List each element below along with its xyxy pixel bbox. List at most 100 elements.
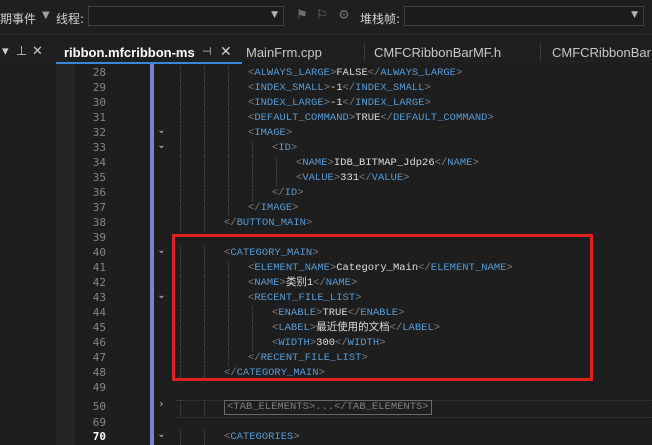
code-line[interactable]: <IMAGE> [248,126,292,141]
indent-guide [228,126,230,141]
expand-icon[interactable]: › [156,399,167,410]
xml-bracket: > [290,142,298,154]
xml-tag-name: INDEX_LARGE [254,97,324,109]
xml-tag-name: INDEX_SMALL [254,82,324,94]
line-number: 37 [92,201,106,214]
collapsed-region[interactable]: <TAB_ELEMENTS>...</TAB_ELEMENTS> [224,400,432,415]
filter-icon[interactable]: ⚙ [336,8,352,24]
change-tracking-bar [150,64,154,445]
code-line[interactable]: </IMAGE> [248,201,298,216]
pin-icon[interactable]: ⊥ [16,44,27,59]
stack-frame-label: 堆栈帧: [360,12,401,26]
indent-guide [204,81,206,96]
xml-tag-name: INDEX_LARGE [355,97,425,109]
code-line[interactable]: <NAME>IDB_BITMAP_Jdp26</NAME> [296,156,479,171]
indent-guide [276,156,278,171]
debug-toolbar: 期事件 ▼ 线程: ▼ ⚑ ⚐ ⚙ 堆栈帧: ▼ [0,0,652,35]
dropdown-icon[interactable]: ▾ [2,44,9,59]
indent-guide [228,111,230,126]
code-line[interactable]: <TAB_ELEMENTS>...</TAB_ELEMENTS> [224,400,432,415]
xml-tag-name: BUTTON_MAIN [236,217,306,229]
xml-bracket: </ [434,157,448,169]
xml-bracket: > [487,112,494,124]
code-line[interactable]: <INDEX_LARGE>-1</INDEX_LARGE> [248,96,431,111]
indent-guide [204,156,206,171]
tab-mainfrm-cpp[interactable]: MainFrm.cpp [238,40,358,64]
pin-icon[interactable]: ⊣ [202,45,212,58]
code-line[interactable]: <ID> [272,141,297,156]
indent-guide [180,400,182,415]
tab-cmfcribbonbarm[interactable]: CMFCRibbonBarM [544,40,652,64]
indent-guide [204,66,206,81]
code-line[interactable]: <CATEGORIES> [224,430,300,445]
xml-bracket: </ [342,82,356,94]
line-number: 49 [92,381,106,394]
line-number: 46 [92,336,106,349]
line-number: 35 [92,171,106,184]
indent-guide [252,141,254,156]
indent-guide [180,201,182,216]
side-panel-edge [0,64,57,445]
line-number: 32 [92,126,106,139]
line-number: 45 [92,321,106,334]
chevron-down-icon: ▼ [271,10,278,20]
code-line[interactable]: <INDEX_SMALL>-1</INDEX_SMALL> [248,81,431,96]
collapse-icon[interactable]: ⌄ [156,125,167,136]
indent-guide [204,216,206,231]
xml-bracket: > [293,431,300,443]
xml-text: 331 [340,172,360,184]
indent-guide [252,156,254,171]
xml-text: FALSE [336,67,368,79]
indent-guide [180,111,182,126]
thread-dropdown[interactable]: ▼ [88,6,284,26]
close-icon[interactable]: ✕ [32,44,43,59]
xml-text: IDB_BITMAP_Jdp26 [333,157,435,169]
line-number: 69 [92,416,106,429]
line-number: 36 [92,186,106,199]
xml-bracket: </ [359,172,372,184]
chevron-down-icon[interactable]: ▼ [42,10,50,21]
xml-bracket: > [424,82,431,94]
indent-guide [204,430,206,445]
close-icon[interactable]: ✕ [220,43,232,60]
indent-guide [204,171,206,186]
indent-guide [180,186,182,201]
xml-bracket: > [456,67,463,79]
collapse-icon[interactable]: ⌄ [156,429,167,440]
indent-guide [204,186,206,201]
indent-guide [180,96,182,111]
code-line[interactable]: <DEFAULT_COMMAND>TRUE</DEFAULT_COMMAND> [248,111,494,126]
xml-bracket: > [403,172,410,184]
collapse-icon[interactable]: ⌄ [156,140,167,151]
code-line[interactable]: <VALUE>331</VALUE> [296,171,409,186]
line-number: 39 [92,231,106,244]
tab-ribbon-mfcribbon-ms[interactable]: ribbon.mfcribbon-ms ⊣ ✕ [56,40,242,64]
collapse-icon[interactable]: ⌄ [156,290,167,301]
xml-tag-name: VALUE [302,172,334,184]
flag-icon[interactable]: ⚑ [294,8,310,24]
line-number: 47 [92,351,106,364]
line-number: 34 [92,156,106,169]
indent-guide [228,171,230,186]
line-number: 33 [92,141,106,154]
tab-label: CMFCRibbonBarM [552,45,652,60]
stack-frame-dropdown[interactable]: ▼ [404,6,644,26]
xml-tag-name: ID [278,142,291,154]
tab-cmfcribbonbarmf-h[interactable]: CMFCRibbonBarMF.h [366,40,536,64]
code-line[interactable]: <ALWAYS_LARGE>FALSE</ALWAYS_LARGE> [248,66,462,81]
xml-bracket: > [297,187,304,199]
xml-tag-name: INDEX_SMALL [355,82,425,94]
code-line[interactable]: </BUTTON_MAIN> [224,216,312,231]
collapse-icon[interactable]: ⌄ [156,245,167,256]
flag-threads-icon[interactable]: ⚐ [314,8,330,24]
document-tab-strip: ▾ ⊥ ✕ ribbon.mfcribbon-ms ⊣ ✕ MainFrm.cp… [0,40,652,64]
code-editor[interactable]: 28 <ALWAYS_LARGE>FALSE</ALWAYS_LARGE> 29 <I… [0,64,652,445]
line-number: 28 [92,66,106,79]
indent-guide [228,81,230,96]
tab-separator [364,44,365,60]
tab-separator [540,44,541,60]
glyph-margin[interactable] [56,64,74,445]
indent-guide [180,430,182,445]
lifecycle-events-label[interactable]: 期事件 [0,10,36,27]
code-line[interactable]: </ID> [272,186,304,201]
